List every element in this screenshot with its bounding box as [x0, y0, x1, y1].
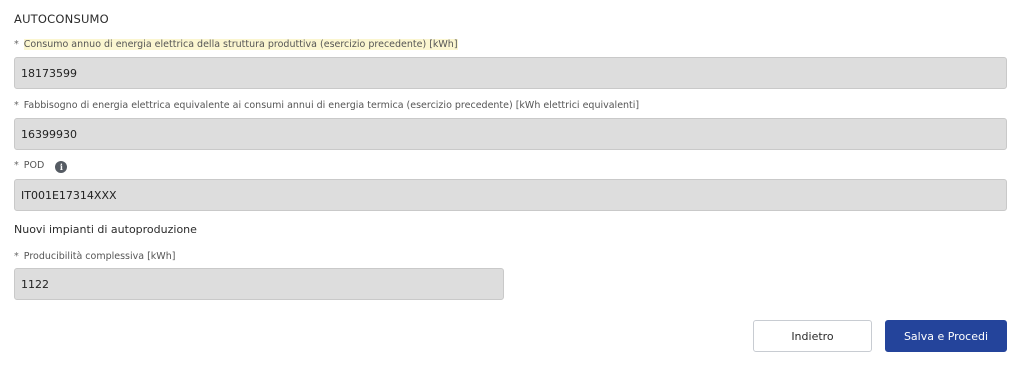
fabbisogno-input[interactable]	[14, 118, 1007, 150]
consumo-label: * Consumo annuo di energia elettrica del…	[14, 39, 458, 50]
producibilita-label: * Producibilità complessiva [kWh]	[14, 251, 175, 262]
producibilita-input[interactable]	[14, 268, 504, 300]
pod-label: * POD i	[14, 160, 68, 173]
producibilita-label-text: Producibilità complessiva [kWh]	[23, 251, 176, 262]
info-icon[interactable]: i	[55, 161, 68, 173]
pod-input[interactable]	[14, 179, 1007, 211]
consumo-label-text: Consumo annuo di energia elettrica della…	[23, 39, 458, 50]
consumo-input[interactable]	[14, 57, 1007, 89]
pod-label-text: POD	[23, 160, 45, 171]
fabbisogno-label-text: Fabbisogno di energia elettrica equivale…	[23, 100, 640, 111]
fabbisogno-label: * Fabbisogno di energia elettrica equiva…	[14, 100, 639, 111]
back-button[interactable]: Indietro	[753, 320, 872, 352]
section-title: AUTOCONSUMO	[14, 12, 109, 26]
subsection-title: Nuovi impianti di autoproduzione	[14, 223, 197, 236]
save-and-proceed-button[interactable]: Salva e Procedi	[885, 320, 1007, 352]
required-mark: *	[14, 100, 19, 111]
required-mark: *	[14, 160, 19, 171]
autoconsumo-form: AUTOCONSUMO * Consumo annuo di energia e…	[0, 0, 1024, 365]
required-mark: *	[14, 251, 19, 262]
required-mark: *	[14, 39, 19, 50]
